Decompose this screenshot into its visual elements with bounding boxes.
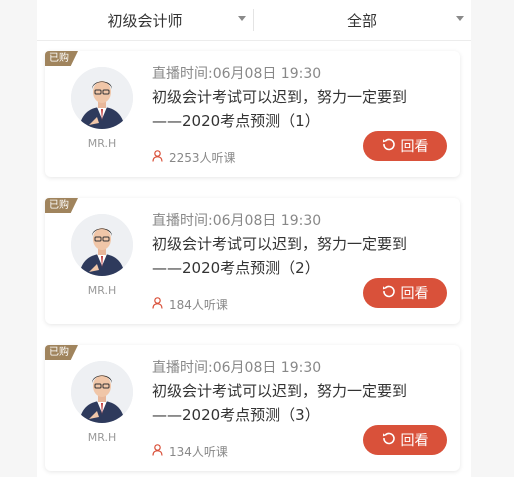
replay-label: 回看 xyxy=(400,433,429,449)
author-name: MR.H xyxy=(87,284,117,297)
listener-count: 184人听课 xyxy=(152,296,228,313)
author-name: MR.H xyxy=(87,431,117,444)
lecture-title-line1: 初级会计考试可以迟到，努力一定要到 xyxy=(152,88,408,106)
lecture-card[interactable]: 已购 MR.H 直播时间:06月08日 19:30 初级会计考试可以迟到，努力一… xyxy=(45,345,460,471)
course-list-panel: 初级会计师 全部 已购 MR.H 直播时间:06月08日 19:30 初级会计考… xyxy=(37,0,471,477)
listener-count: 134人听课 xyxy=(152,443,228,460)
purchased-badge: 已购 xyxy=(45,198,78,213)
replay-icon xyxy=(382,137,396,155)
lecture-title-line2: ——2020考点预测（3） xyxy=(152,406,320,424)
status-filter-label: 全部 xyxy=(346,11,377,30)
person-icon xyxy=(152,150,163,165)
lecture-title-line1: 初级会计考试可以迟到，努力一定要到 xyxy=(152,382,408,400)
person-icon xyxy=(152,297,163,312)
caret-down-icon xyxy=(238,16,246,21)
live-time: 直播时间:06月08日 19:30 xyxy=(152,213,322,229)
lecture-title[interactable]: 初级会计考试可以迟到，努力一定要到 ——2020考点预测（1） xyxy=(152,85,452,133)
replay-button[interactable]: 回看 xyxy=(363,131,447,161)
avatar xyxy=(71,67,133,129)
live-time: 直播时间:06月08日 19:30 xyxy=(152,66,322,82)
status-filter[interactable]: 全部 xyxy=(254,0,470,40)
avatar xyxy=(71,214,133,276)
listener-count-text: 2253人听课 xyxy=(169,151,236,165)
lecture-title-line2: ——2020考点预测（1） xyxy=(152,112,320,130)
filter-bar: 初级会计师 全部 xyxy=(37,0,471,41)
purchased-badge: 已购 xyxy=(45,345,78,360)
caret-down-icon xyxy=(456,16,464,21)
replay-label: 回看 xyxy=(400,139,429,155)
replay-icon xyxy=(382,431,396,449)
replay-button[interactable]: 回看 xyxy=(363,425,447,455)
lecture-title-line1: 初级会计考试可以迟到，努力一定要到 xyxy=(152,235,408,253)
person-icon xyxy=(152,444,163,459)
listener-count: 2253人听课 xyxy=(152,149,236,166)
lecture-card[interactable]: 已购 MR.H 直播时间:06月08日 19:30 初级会计考试可以迟到，努力一… xyxy=(45,198,460,324)
live-time: 直播时间:06月08日 19:30 xyxy=(152,360,322,376)
replay-icon xyxy=(382,284,396,302)
category-filter-label: 初级会计师 xyxy=(107,11,183,30)
lecture-card[interactable]: 已购 MR.H 直播时间:06月08日 19:30 初级会计考试可以迟到，努力一… xyxy=(45,51,460,177)
lecture-title[interactable]: 初级会计考试可以迟到，努力一定要到 ——2020考点预测（2） xyxy=(152,232,452,280)
purchased-badge: 已购 xyxy=(45,51,78,66)
author-name: MR.H xyxy=(87,137,117,150)
category-filter[interactable]: 初级会计师 xyxy=(37,0,253,40)
avatar xyxy=(71,361,133,423)
listener-count-text: 134人听课 xyxy=(169,445,228,459)
replay-button[interactable]: 回看 xyxy=(363,278,447,308)
replay-label: 回看 xyxy=(400,286,429,302)
listener-count-text: 184人听课 xyxy=(169,298,228,312)
lecture-title-line2: ——2020考点预测（2） xyxy=(152,259,320,277)
lecture-title[interactable]: 初级会计考试可以迟到，努力一定要到 ——2020考点预测（3） xyxy=(152,379,452,427)
